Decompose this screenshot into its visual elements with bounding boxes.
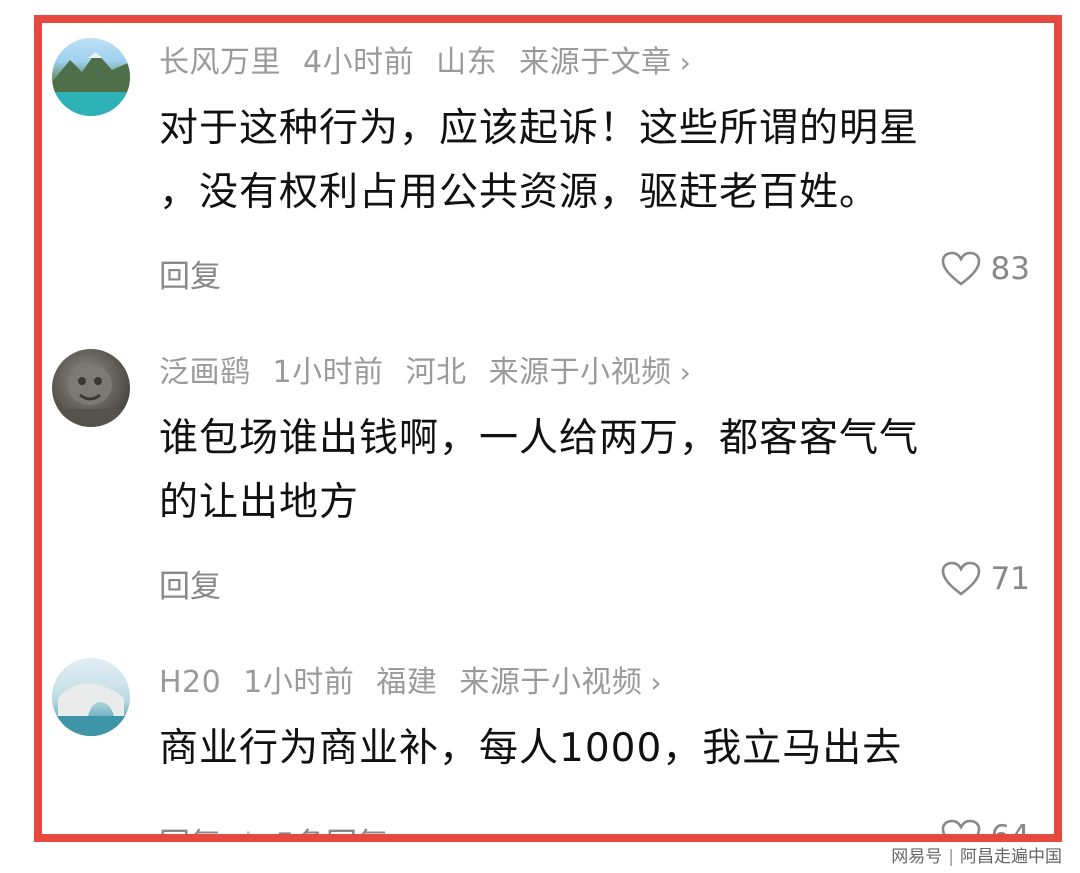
timestamp: 1小时前 xyxy=(243,665,355,700)
like-count: 83 xyxy=(990,251,1030,287)
source-link[interactable]: 来源于小视频 xyxy=(459,665,642,700)
comment-text: 商业行为商业补，每人1000，我立马出去 xyxy=(159,717,1039,781)
reply-button[interactable]: 回复 xyxy=(159,561,221,606)
comment-list-frame: 长风万里 4小时前 山东 来源于文章 › 对于这种行为，应该起诉！这些所谓的明星 ，没有… xyxy=(34,15,1062,842)
comment-meta: 泛画鹞 1小时前 河北 来源于小视频 › xyxy=(159,347,713,391)
location: 福建 xyxy=(376,665,438,700)
comment-meta: H20 1小时前 福建 来源于小视频 › xyxy=(159,657,684,701)
timestamp: 4小时前 xyxy=(303,45,415,80)
location: 河北 xyxy=(405,355,467,390)
avatar[interactable] xyxy=(52,38,130,116)
avatar[interactable] xyxy=(52,658,130,736)
watermark-brand: 网易号 xyxy=(891,847,943,867)
sea-arch-icon xyxy=(52,683,130,736)
divider: | xyxy=(948,847,954,867)
heart-icon xyxy=(941,819,980,834)
chevron-right-icon[interactable]: › xyxy=(680,356,692,389)
chevron-right-icon[interactable]: › xyxy=(680,46,692,79)
heart-icon xyxy=(941,561,980,596)
chevron-right-icon[interactable]: › xyxy=(398,827,410,834)
timestamp: 1小时前 xyxy=(272,355,384,390)
avatar[interactable] xyxy=(52,349,130,427)
location: 山东 xyxy=(436,45,498,80)
comment-meta: 长风万里 4小时前 山东 来源于文章 › xyxy=(159,37,713,81)
comment-text-line: 对于这种行为，应该起诉！这些所谓的明星 xyxy=(159,106,920,151)
reply-button[interactable]: 回复 xyxy=(159,827,221,834)
like-button[interactable]: 71 xyxy=(941,561,1030,597)
comment-text-line: 谁包场谁出钱啊，一人给两万，都客客气气 xyxy=(159,416,920,461)
like-button[interactable]: 83 xyxy=(941,251,1030,287)
comment-text-line: 商业行为商业补，每人1000，我立马出去 xyxy=(159,726,903,771)
chevron-right-icon[interactable]: › xyxy=(650,666,662,699)
username[interactable]: 长风万里 xyxy=(159,45,281,80)
divider: | xyxy=(243,827,253,834)
comment-text: 谁包场谁出钱啊，一人给两万，都客客气气 的让出地方 xyxy=(159,407,1039,535)
watermark-author: 阿昌走遍中国 xyxy=(960,847,1062,867)
comment-text-line: 的让出地方 xyxy=(159,480,360,525)
reply-button[interactable]: 回复 xyxy=(159,251,221,296)
username[interactable]: H20 xyxy=(159,665,221,700)
heart-icon xyxy=(941,251,980,286)
source-link[interactable]: 来源于文章 xyxy=(519,45,672,80)
watermark: 网易号 | 阿昌走遍中国 xyxy=(891,842,1062,867)
mountain-lake-icon xyxy=(52,52,130,116)
reply-row: 回复 | 5条回复 › xyxy=(159,819,410,834)
source-link[interactable]: 来源于小视频 xyxy=(489,355,672,390)
comment-text-line: ，没有权利占用公共资源，驱赶老百姓。 xyxy=(159,170,880,215)
comment-text: 对于这种行为，应该起诉！这些所谓的明星 ，没有权利占用公共资源，驱赶老百姓。 xyxy=(159,97,1039,225)
like-button[interactable]: 64 xyxy=(941,819,1030,842)
like-count: 71 xyxy=(990,561,1030,597)
stone-lion-icon xyxy=(60,365,122,427)
like-count: 64 xyxy=(990,819,1030,842)
username[interactable]: 泛画鹞 xyxy=(159,355,251,390)
view-replies-link[interactable]: 5条回复 xyxy=(275,827,388,834)
